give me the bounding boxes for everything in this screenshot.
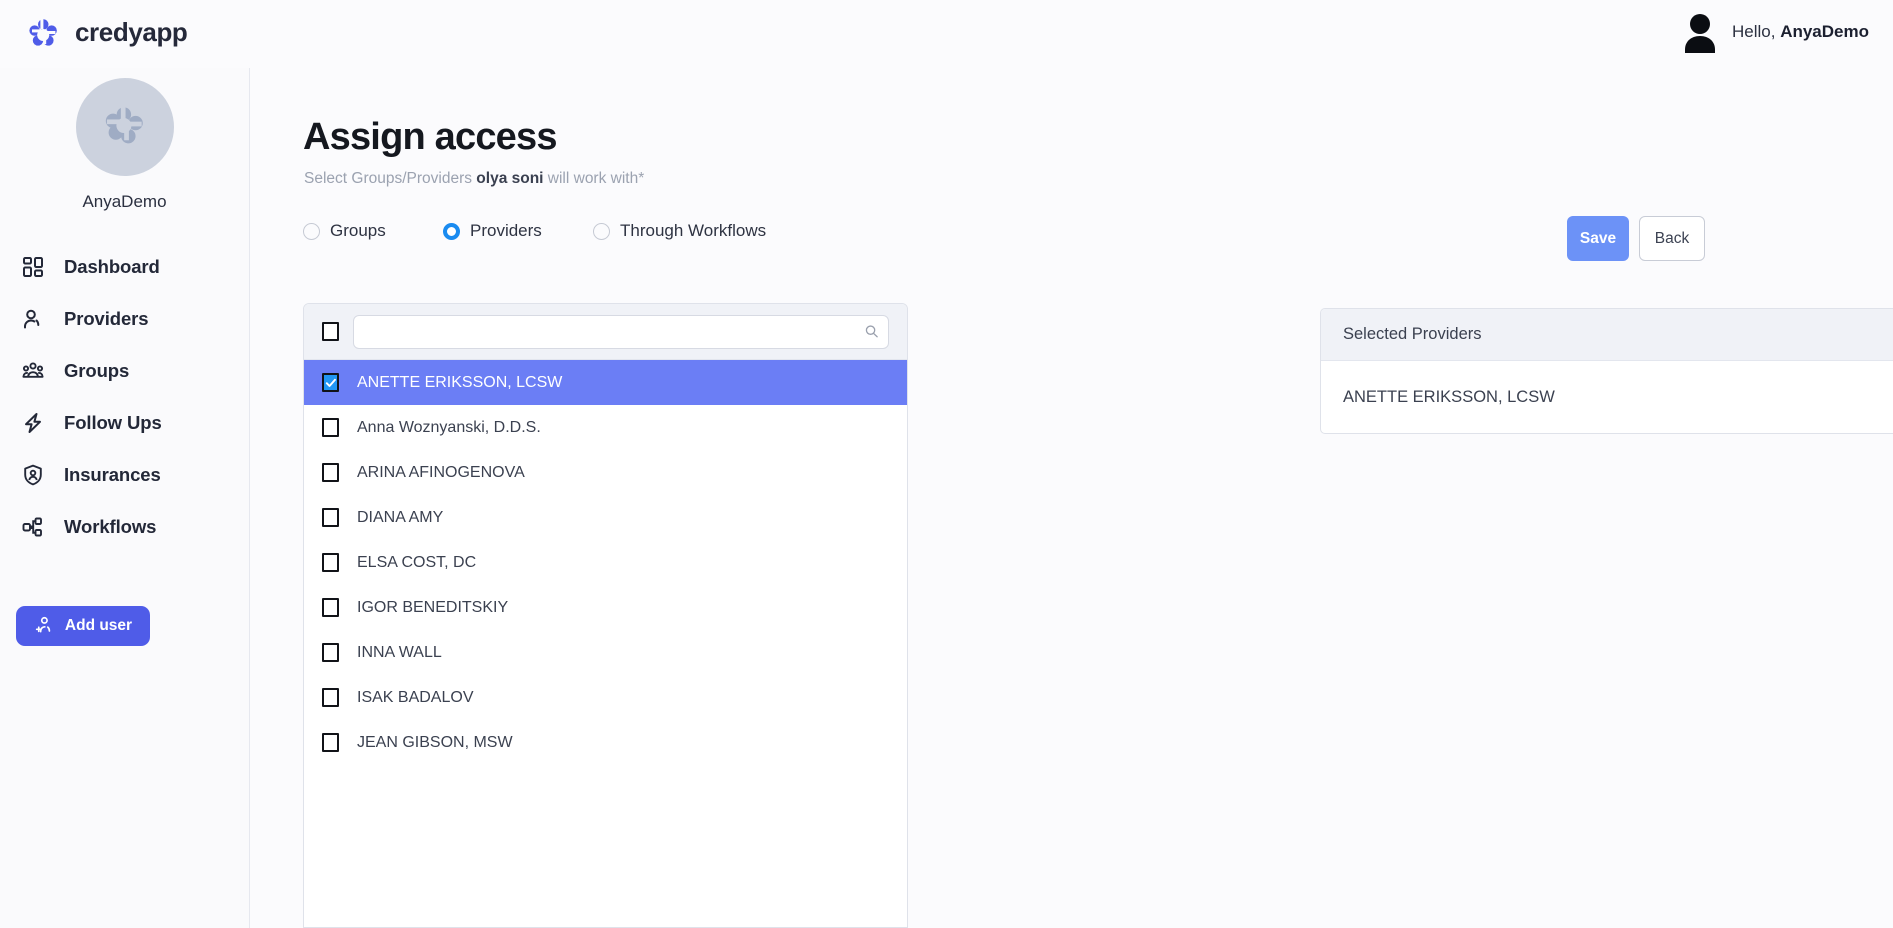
sidebar-item-insurances[interactable]: Insurances (0, 449, 249, 501)
access-type-radio-group: Groups Providers Through Workflows (303, 221, 766, 241)
main-content: Assign access Select Groups/Providers ol… (250, 68, 1893, 928)
workflow-nodes-icon (20, 514, 46, 540)
providers-list-body: ANETTE ERIKSSON, LCSW Anna Woznyanski, D.… (304, 360, 907, 765)
sidebar-profile-name: AnyaDemo (82, 192, 167, 211)
sidebar-item-groups[interactable]: Groups (0, 345, 249, 397)
user-greeting[interactable]: Hello, AnyaDemo (1682, 11, 1869, 53)
shield-person-icon (20, 462, 46, 488)
search-field-wrapper (353, 314, 889, 349)
selected-providers-title: Selected Providers (1343, 325, 1482, 343)
list-header (304, 304, 907, 360)
page-subtitle: Select Groups/Providers olya soni will w… (304, 170, 644, 188)
row-checkbox[interactable] (322, 463, 339, 482)
app-root: credyapp Hello, AnyaDemo AnyaDemo Dashbo… (0, 0, 1893, 928)
sidebar-item-providers[interactable]: Providers (0, 293, 249, 345)
people-group-icon (20, 358, 46, 384)
radio-option-providers[interactable]: Providers (443, 221, 593, 241)
list-item-label: INNA WALL (357, 643, 442, 661)
radio-circle-icon (593, 222, 610, 240)
greeting-prefix: Hello, (1732, 22, 1781, 41)
sidebar-item-label: Follow Ups (64, 412, 162, 433)
selected-provider-label: ANETTE ERIKSSON, LCSW (1343, 388, 1555, 406)
list-item[interactable]: DIANA AMY (304, 495, 907, 540)
list-item[interactable]: ARINA AFINOGENOVA (304, 450, 907, 495)
list-item-label: ARINA AFINOGENOVA (357, 463, 525, 481)
sidebar-item-follow-ups[interactable]: Follow Ups (0, 397, 249, 449)
row-checkbox[interactable] (322, 733, 339, 752)
sidebar-nav: Dashboard Providers Groups Follow Ups In… (0, 241, 249, 553)
radio-circle-icon (303, 222, 320, 240)
subtitle-suffix: will work with* (543, 170, 645, 187)
select-all-checkbox[interactable] (322, 322, 339, 341)
list-item[interactable]: IGOR BENEDITSKIY (304, 585, 907, 630)
radio-label: Groups (330, 221, 386, 240)
sidebar-item-label: Providers (64, 308, 149, 329)
page-title: Assign access (303, 116, 557, 158)
add-user-label: Add user (64, 617, 133, 634)
selected-provider-row: ANETTE ERIKSSON, LCSW (1321, 361, 1893, 433)
subtitle-user: olya soni (476, 170, 544, 187)
greeting-text: Hello, AnyaDemo (1732, 22, 1869, 42)
lightning-bolt-icon (20, 410, 46, 436)
list-item[interactable]: Anna Woznyanski, D.D.S. (304, 405, 907, 450)
list-item-label: JEAN GIBSON, MSW (357, 733, 513, 751)
form-actions: Save Back (1567, 216, 1705, 261)
sidebar-item-workflows[interactable]: Workflows (0, 501, 249, 553)
brand-logo[interactable]: credyapp (26, 14, 188, 50)
avatar[interactable] (75, 78, 174, 176)
list-item-label: ISAK BADALOV (357, 688, 474, 706)
row-checkbox[interactable] (322, 373, 339, 392)
save-button[interactable]: Save (1567, 216, 1629, 261)
list-item-label: DIANA AMY (357, 508, 444, 526)
list-item-label: ELSA COST, DC (357, 553, 477, 571)
sidebar-item-dashboard[interactable]: Dashboard (0, 241, 249, 293)
credyapp-pinwheel-logo-icon (26, 14, 62, 50)
list-item-label: IGOR BENEDITSKIY (357, 598, 509, 616)
row-checkbox[interactable] (322, 688, 339, 707)
radio-label: Providers (470, 221, 542, 240)
row-checkbox[interactable] (322, 598, 339, 617)
row-checkbox[interactable] (322, 418, 339, 437)
list-item[interactable]: ANETTE ERIKSSON, LCSW (304, 360, 907, 405)
sidebar-item-label: Groups (64, 360, 130, 381)
sidebar-item-label: Workflows (64, 516, 157, 537)
greeting-username: AnyaDemo (1780, 22, 1869, 41)
sidebar-item-label: Dashboard (64, 256, 160, 277)
row-checkbox[interactable] (322, 643, 339, 662)
person-plus-icon (34, 615, 54, 638)
selected-providers-header: Selected Providers (1321, 309, 1893, 361)
sidebar-profile: AnyaDemo (0, 68, 249, 212)
top-bar: credyapp Hello, AnyaDemo (0, 0, 1893, 68)
row-checkbox[interactable] (322, 508, 339, 527)
sidebar: AnyaDemo Dashboard Providers Groups Foll… (0, 68, 250, 928)
sidebar-item-label: Insurances (64, 464, 161, 485)
radio-circle-icon (443, 222, 460, 240)
row-checkbox[interactable] (322, 553, 339, 572)
list-item[interactable]: ELSA COST, DC (304, 540, 907, 585)
back-button[interactable]: Back (1639, 216, 1705, 261)
subtitle-prefix: Select Groups/Providers (304, 170, 477, 187)
providers-list-panel: ANETTE ERIKSSON, LCSW Anna Woznyanski, D.… (303, 303, 908, 928)
radio-option-through-workflows[interactable]: Through Workflows (593, 221, 766, 241)
grid-dashboard-icon (20, 254, 46, 280)
radio-option-groups[interactable]: Groups (303, 221, 443, 241)
user-silhouette-icon (1682, 11, 1718, 53)
selected-providers-panel: Selected Providers ANETTE ERIKSSON, LCSW (1320, 308, 1893, 434)
radio-label: Through Workflows (620, 221, 767, 240)
list-item[interactable]: ISAK BADALOV (304, 675, 907, 720)
credyapp-pinwheel-avatar-icon (100, 100, 150, 155)
selected-providers-body: ANETTE ERIKSSON, LCSW (1321, 361, 1893, 433)
list-item-label: Anna Woznyanski, D.D.S. (357, 418, 541, 436)
search-input[interactable] (353, 314, 889, 349)
add-user-button[interactable]: Add user (16, 606, 150, 646)
person-icon (20, 306, 46, 332)
list-item-label: ANETTE ERIKSSON, LCSW (357, 373, 563, 391)
brand-name: credyapp (75, 16, 188, 47)
list-item[interactable]: INNA WALL (304, 630, 907, 675)
list-item[interactable]: JEAN GIBSON, MSW (304, 720, 907, 765)
